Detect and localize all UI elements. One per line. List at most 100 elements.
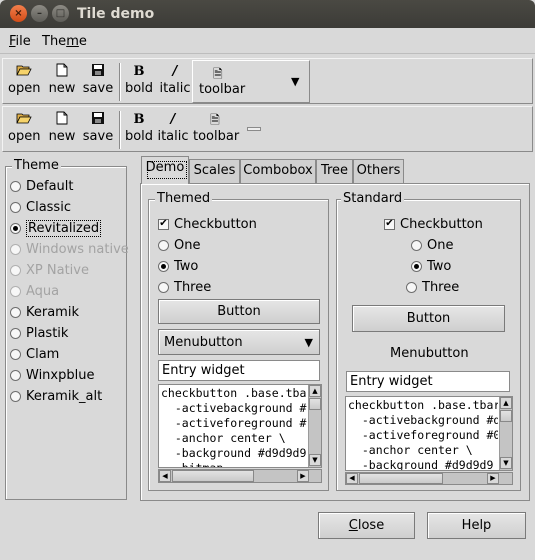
scroll-up-icon[interactable]: ▲ <box>309 385 321 397</box>
themed-radio-two[interactable]: Two <box>158 257 198 275</box>
radio-selected-icon <box>158 260 169 272</box>
standard-entry[interactable]: Entry widget <box>346 371 510 392</box>
theme-radio-clam[interactable]: Clam <box>10 345 59 363</box>
tab-focus-ring <box>147 161 187 179</box>
scroll-thumb[interactable] <box>309 398 321 410</box>
scroll-right-icon[interactable]: ▶ <box>487 473 499 484</box>
scroll-thumb[interactable] <box>172 470 254 482</box>
chevron-down-icon: ▼ <box>304 336 313 349</box>
theme-radio-revitalized[interactable]: Revitalized <box>10 219 102 237</box>
radio-selected-icon <box>10 222 21 234</box>
close-button-label: Close <box>348 518 385 533</box>
help-button[interactable]: Help <box>427 512 526 539</box>
toolbar2-grip-handle[interactable] <box>247 127 261 131</box>
toolbar1-new-button[interactable]: new <box>48 63 76 101</box>
theme-radio-label: Default <box>26 178 74 194</box>
themed-entry[interactable]: Entry widget <box>158 360 320 381</box>
document-icon: 🗎 <box>210 113 220 127</box>
radio-icon <box>10 348 21 360</box>
scroll-left-icon[interactable]: ◀ <box>346 473 358 484</box>
tab-tree[interactable]: Tree <box>316 159 353 183</box>
toolbar2-open-button[interactable]: open <box>8 111 40 149</box>
radio-icon <box>406 281 417 293</box>
toolbar-1: open new save B bold / italic 🗎 toolbar … <box>2 58 533 104</box>
standard-radio-three[interactable]: Three <box>406 278 459 296</box>
scroll-up-icon[interactable]: ▲ <box>500 397 512 409</box>
toolbar2-toolbar-button[interactable]: 🗎 toolbar <box>193 111 239 149</box>
themed-hscrollbar[interactable]: ◀ ▶ <box>158 469 322 483</box>
bold-icon: B <box>133 112 145 127</box>
floppy-save-icon <box>82 63 114 81</box>
close-button[interactable]: Close <box>318 512 415 539</box>
scroll-right-icon[interactable]: ▶ <box>297 470 309 482</box>
checkbox-checked-icon: ✔ <box>158 218 169 230</box>
menu-theme[interactable]: Theme <box>42 34 87 49</box>
scroll-thumb[interactable] <box>359 473 443 484</box>
themed-radio-three[interactable]: Three <box>158 278 211 296</box>
tab-scales[interactable]: Scales <box>189 159 240 183</box>
toolbar2-italic-button[interactable]: / italic <box>157 111 189 149</box>
toolbar2-bold-button[interactable]: B bold <box>124 111 154 149</box>
scroll-down-icon[interactable]: ▼ <box>309 454 321 466</box>
theme-radio-classic[interactable]: Classic <box>10 198 71 216</box>
themed-button[interactable]: Button <box>158 299 320 324</box>
toolbar1-bold-button[interactable]: B bold <box>124 63 154 101</box>
theme-radio-label: Winxpblue <box>26 367 95 383</box>
theme-radio-aqua: Aqua <box>10 282 59 300</box>
theme-radio-plastik[interactable]: Plastik <box>10 324 68 342</box>
folder-open-icon <box>8 111 40 129</box>
window-minimize-button[interactable]: – <box>31 5 48 22</box>
theme-radio-label: Keramik_alt <box>26 388 103 404</box>
theme-radio-winxpblue[interactable]: Winxpblue <box>10 366 94 384</box>
standard-vscrollbar[interactable]: ▲ ▼ <box>499 397 512 470</box>
toolbar2-save-button[interactable]: save <box>82 111 114 149</box>
standard-checkbutton[interactable]: ✔ Checkbutton <box>384 215 483 233</box>
themed-checkbutton[interactable]: ✔ Checkbutton <box>158 215 257 233</box>
themed-radio-one[interactable]: One <box>158 236 200 254</box>
toolbar2-new-button[interactable]: new <box>48 111 76 149</box>
toolbar1-open-button[interactable]: open <box>8 63 40 101</box>
bold-icon: B <box>133 64 145 79</box>
theme-radio-label: Keramik <box>26 304 79 320</box>
minimize-icon: – <box>37 7 42 19</box>
standard-text-area[interactable]: checkbutton .base.tbar -activebackground… <box>345 396 513 471</box>
standard-hscrollbar[interactable]: ◀ ▶ <box>345 472 513 485</box>
themed-legend: Themed <box>155 191 213 206</box>
window-title: Tile demo <box>77 6 155 22</box>
window-close-button[interactable]: × <box>10 5 27 22</box>
maximize-icon: □ <box>55 7 66 19</box>
new-file-icon <box>48 111 76 129</box>
standard-radio-one[interactable]: One <box>411 236 453 254</box>
theme-radio-label: Plastik <box>26 325 69 341</box>
standard-radio-two[interactable]: Two <box>411 257 451 275</box>
toolbar1-italic-button[interactable]: / italic <box>159 63 191 101</box>
theme-radio-keramik-alt[interactable]: Keramik_alt <box>10 387 102 405</box>
window-maximize-button[interactable]: □ <box>52 5 69 22</box>
scroll-down-icon[interactable]: ▼ <box>500 457 512 469</box>
toolbar1-save-button[interactable]: save <box>82 63 114 101</box>
tab-combobox[interactable]: Combobox <box>240 159 316 183</box>
theme-radio-label: Windows native <box>26 241 129 257</box>
theme-radio-default[interactable]: Default <box>10 177 74 195</box>
radio-icon <box>10 306 21 318</box>
menu-file[interactable]: File <box>9 34 31 49</box>
scroll-left-icon[interactable]: ◀ <box>159 470 171 482</box>
standard-button[interactable]: Button <box>352 305 505 332</box>
theme-radio-label: Classic <box>26 199 71 215</box>
themed-text-content: checkbutton .base.tba -activebackground … <box>159 385 307 467</box>
toolbar2-separator <box>119 111 121 149</box>
tab-others[interactable]: Others <box>353 159 404 183</box>
radio-icon <box>411 239 422 251</box>
toolbar1-toolbar-menubutton[interactable]: 🗎 toolbar ▼ <box>192 60 310 103</box>
radio-icon <box>10 285 21 297</box>
theme-radio-keramik[interactable]: Keramik <box>10 303 79 321</box>
standard-legend: Standard <box>341 191 405 206</box>
radio-icon <box>158 281 169 293</box>
standard-menubutton[interactable]: Menubutton <box>390 346 469 361</box>
themed-vscrollbar[interactable]: ▲ ▼ <box>308 385 321 467</box>
radio-icon <box>10 243 21 255</box>
themed-menubutton[interactable]: Menubutton ▼ <box>158 329 320 355</box>
themed-text-area[interactable]: checkbutton .base.tba -activebackground … <box>158 384 322 468</box>
scroll-thumb[interactable] <box>500 410 512 422</box>
window-titlebar[interactable]: × – □ Tile demo <box>0 0 535 28</box>
